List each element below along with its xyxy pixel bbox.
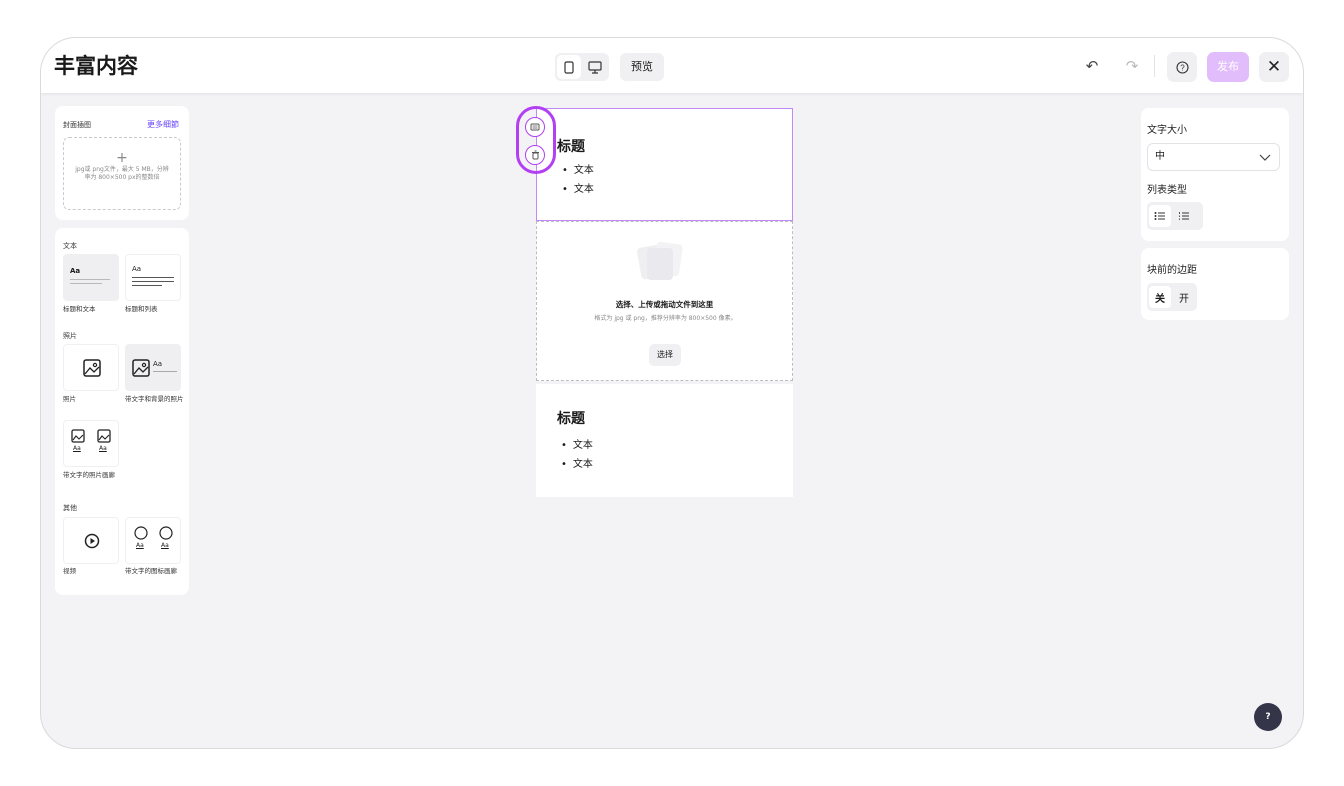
bullet-list-option[interactable] (1149, 205, 1171, 227)
monitor-icon (588, 60, 602, 74)
choose-file-button[interactable]: 选择 (649, 344, 681, 366)
bullet-list[interactable]: 文本 文本 (561, 436, 593, 474)
images-placeholder-icon (637, 241, 683, 280)
circle-icon (134, 526, 148, 540)
divider (1154, 55, 1155, 77)
content-block-selected[interactable]: 标题 文本 文本 (536, 108, 793, 221)
block-video[interactable] (63, 517, 119, 564)
drag-handle-icon (530, 123, 540, 131)
upload-hint: jpg或 png文件，最大 5 MB，分辨率为 800×500 px的整数倍 (75, 166, 169, 181)
font-size-label: 文字大小 (1147, 125, 1187, 136)
list-item[interactable]: 文本 (562, 161, 594, 180)
margin-off-option[interactable]: 关 (1149, 286, 1171, 308)
editor-window: 丰富内容 预览 ↶ ↷ ? 发布 ✕ 封面插图 更多细節 + jpg或 png文… (40, 37, 1304, 749)
thumb-text: Aa (153, 360, 163, 368)
block-controls (516, 106, 556, 174)
preview-button[interactable]: 预览 (620, 53, 664, 81)
plus-icon: + (116, 150, 128, 166)
more-details-link[interactable]: 更多细節 (147, 119, 179, 130)
image-upload-block[interactable]: 选择、上传或拖动文件到这里 格式为 jpg 或 png，推荐分辨率为 800×5… (536, 221, 793, 381)
undo-button[interactable]: ↶ (1081, 55, 1103, 77)
image-icon (97, 429, 111, 443)
list-item[interactable]: 文本 (561, 455, 593, 474)
cover-label: 封面插图 (63, 121, 91, 129)
image-icon (83, 359, 101, 377)
block-caption: 带文字的照片画廊 (63, 471, 115, 479)
circle-icon (159, 526, 173, 540)
section-title-photo: 照片 (63, 332, 77, 340)
content-block[interactable]: 标题 文本 文本 (536, 384, 793, 497)
block-caption: 带文字的图标画廊 (125, 567, 177, 575)
cover-panel: 封面插图 更多细節 + jpg或 png文件，最大 5 MB，分辨率为 800×… (55, 106, 189, 220)
page-title: 丰富内容 (54, 54, 138, 78)
block-heading[interactable]: 标题 (557, 408, 585, 428)
block-heading-list[interactable]: Aa (125, 254, 181, 301)
thumb-text: Aa (70, 267, 81, 275)
margin-on-option[interactable]: 开 (1173, 286, 1195, 308)
play-circle-icon (84, 533, 100, 549)
list-type-toggle (1147, 202, 1203, 230)
device-switcher (555, 53, 609, 81)
desktop-view-button[interactable] (583, 55, 607, 79)
block-photo-gallery[interactable]: Aa Aa (63, 420, 119, 467)
numbered-list-option[interactable] (1173, 205, 1195, 227)
publish-button[interactable]: 发布 (1207, 52, 1249, 82)
list-item[interactable]: 文本 (562, 180, 594, 199)
mobile-view-button[interactable] (557, 55, 581, 79)
numbered-list-icon (1179, 212, 1189, 220)
section-title-text: 文本 (63, 242, 77, 250)
bullet-list[interactable]: 文本 文本 (562, 161, 594, 199)
svg-text:?: ? (1180, 63, 1185, 72)
redo-button[interactable]: ↷ (1121, 55, 1143, 77)
block-icon-gallery[interactable]: Aa Aa (125, 517, 181, 564)
font-size-value: 中 (1155, 151, 1165, 162)
top-bar: 丰富内容 预览 ↶ ↷ ? 发布 ✕ (41, 38, 1303, 93)
font-size-select[interactable]: 中 (1147, 143, 1280, 171)
thumb-text: Aa (99, 445, 107, 452)
block-caption: 标题和列表 (125, 305, 158, 313)
upload-title: 选择、上传或拖动文件到这里 (615, 300, 714, 309)
upload-hint: 格式为 jpg 或 png，推荐分辨率为 800×500 像素。 (594, 315, 737, 322)
block-caption: 标题和文本 (63, 305, 96, 313)
margin-toggle: 关 开 (1147, 283, 1197, 311)
image-icon (71, 429, 85, 443)
thumb-text: Aa (73, 445, 81, 452)
move-block-button[interactable] (525, 117, 545, 137)
thumb-text: Aa (136, 542, 144, 549)
phone-icon (564, 60, 574, 74)
margin-settings-panel: 块前的边距 关 开 (1141, 248, 1289, 320)
question-circle-icon: ? (1175, 60, 1189, 74)
block-heading[interactable]: 标题 (557, 136, 585, 156)
block-photo-text-bg[interactable]: Aa (125, 344, 181, 391)
chevron-down-icon (1259, 154, 1271, 161)
block-heading-text[interactable]: Aa (63, 254, 119, 301)
thumb-text: Aa (161, 542, 169, 549)
list-item[interactable]: 文本 (561, 436, 593, 455)
bullet-list-icon (1154, 212, 1165, 220)
image-icon (132, 359, 150, 377)
cover-upload-zone[interactable]: + jpg或 png文件，最大 5 MB，分辨率为 800×500 px的整数倍 (63, 137, 181, 210)
block-caption: 照片 (63, 395, 76, 403)
margin-label: 块前的边距 (1147, 265, 1197, 276)
thumb-text: Aa (132, 265, 142, 273)
section-title-other: 其他 (63, 504, 77, 512)
block-caption: 视频 (63, 567, 76, 575)
block-caption: 带文字和背景的照片 (125, 395, 184, 403)
close-button[interactable]: ✕ (1259, 52, 1289, 82)
list-type-label: 列表类型 (1147, 185, 1187, 196)
block-library: 文本 Aa 标题和文本 Aa 标题和列表 照片 照片 Aa 带文字和背景的照片 (55, 228, 189, 595)
text-settings-panel: 文字大小 中 列表类型 (1141, 108, 1289, 241)
delete-block-button[interactable] (525, 145, 545, 165)
help-button[interactable]: ? (1167, 52, 1197, 82)
trash-icon (531, 150, 539, 160)
block-photo[interactable] (63, 344, 119, 391)
help-fab-button[interactable]: ? (1254, 703, 1282, 731)
